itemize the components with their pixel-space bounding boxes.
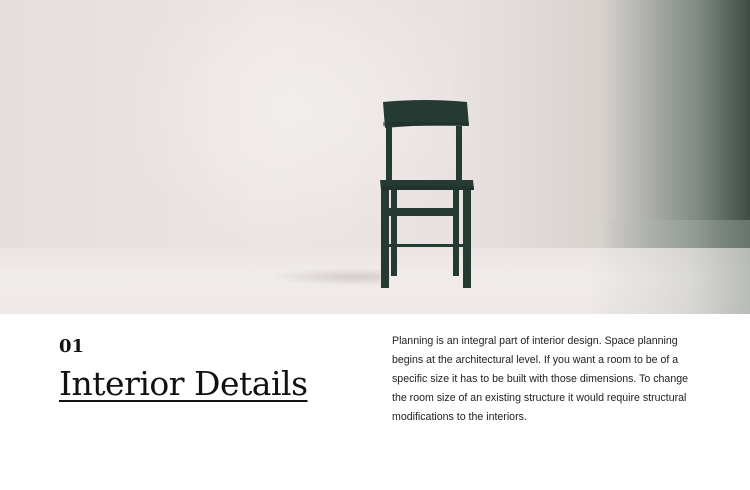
content-section: 01 Interior Details Planning is an integ… xyxy=(0,314,750,490)
hero-image xyxy=(0,0,750,314)
section-number: 01 xyxy=(59,336,85,357)
section-title[interactable]: Interior Details xyxy=(59,364,308,403)
floor-shadow xyxy=(590,220,750,314)
section-description: Planning is an integral part of interior… xyxy=(392,335,689,423)
chair-icon xyxy=(380,100,474,288)
chair-shadow xyxy=(270,268,390,286)
